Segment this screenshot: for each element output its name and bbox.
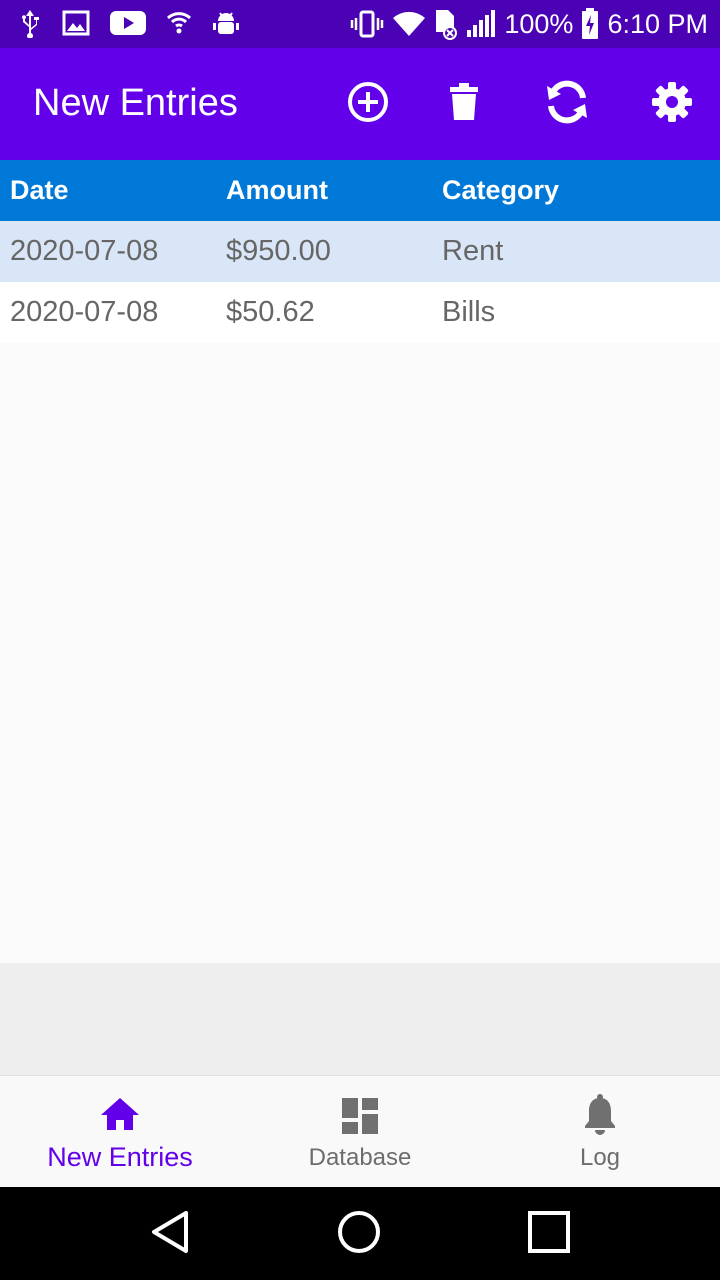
back-triangle-icon <box>148 1209 192 1260</box>
image-icon <box>62 10 90 36</box>
column-header-date[interactable]: Date <box>10 175 69 206</box>
row-category: Bills <box>442 296 496 328</box>
dashboard-icon <box>340 1094 380 1141</box>
column-header-amount[interactable]: Amount <box>226 175 328 206</box>
battery-charging-icon <box>581 8 599 40</box>
vibrate-icon <box>350 10 384 38</box>
refresh-icon <box>543 78 591 131</box>
bell-icon <box>582 1094 618 1141</box>
recents-square-icon <box>527 1210 571 1259</box>
row-date: 2020-07-08 <box>10 235 159 267</box>
delete-icon <box>448 82 480 127</box>
home-icon <box>99 1094 141 1139</box>
system-home-button[interactable] <box>334 1209 384 1259</box>
nav-label-log: Log <box>579 1144 621 1171</box>
nav-item-database[interactable]: Database <box>240 1076 480 1188</box>
status-left-icons <box>18 8 240 38</box>
system-back-button[interactable] <box>145 1209 195 1259</box>
table-header: Date Amount Category <box>0 160 720 221</box>
nav-label-new-entries: New Entries <box>47 1142 193 1172</box>
status-clock: 6:10 PM <box>607 8 708 39</box>
row-amount: $950.00 <box>226 235 331 267</box>
row-date: 2020-07-08 <box>10 296 159 328</box>
nav-item-new-entries[interactable]: New Entries <box>0 1076 240 1188</box>
settings-button[interactable] <box>646 78 698 130</box>
wifi-icon <box>392 11 426 37</box>
system-navigation-bar <box>0 1187 720 1280</box>
row-amount: $50.62 <box>226 296 315 328</box>
battery-percentage: 100% <box>504 8 574 39</box>
page-title: New Entries <box>33 82 238 124</box>
add-icon <box>346 80 390 129</box>
add-entry-button[interactable] <box>342 78 394 130</box>
table-row[interactable]: 2020-07-08 $50.62 Bills <box>0 282 720 343</box>
youtube-icon <box>110 10 146 36</box>
vpn-icon <box>166 10 192 36</box>
no-sim-icon <box>434 8 458 40</box>
delete-button[interactable] <box>438 78 490 130</box>
home-circle-icon <box>336 1209 382 1260</box>
column-header-category[interactable]: Category <box>442 175 559 206</box>
refresh-button[interactable] <box>541 78 593 130</box>
nav-item-log[interactable]: Log <box>480 1076 720 1188</box>
android-debug-icon <box>212 9 240 37</box>
bottom-navigation: New Entries Database Log <box>0 1075 720 1187</box>
app-toolbar: New Entries <box>0 48 720 160</box>
status-right-icons: 100% 6:10 PM <box>350 0 708 48</box>
empty-area-band <box>0 963 720 1075</box>
usb-icon <box>18 8 42 38</box>
settings-icon <box>651 81 693 128</box>
status-bar: 100% 6:10 PM <box>0 0 720 48</box>
nav-label-database: Database <box>308 1144 412 1171</box>
system-recents-button[interactable] <box>524 1209 574 1259</box>
row-category: Rent <box>442 235 504 267</box>
signal-icon <box>466 10 496 38</box>
table-row[interactable]: 2020-07-08 $950.00 Rent <box>0 221 720 282</box>
